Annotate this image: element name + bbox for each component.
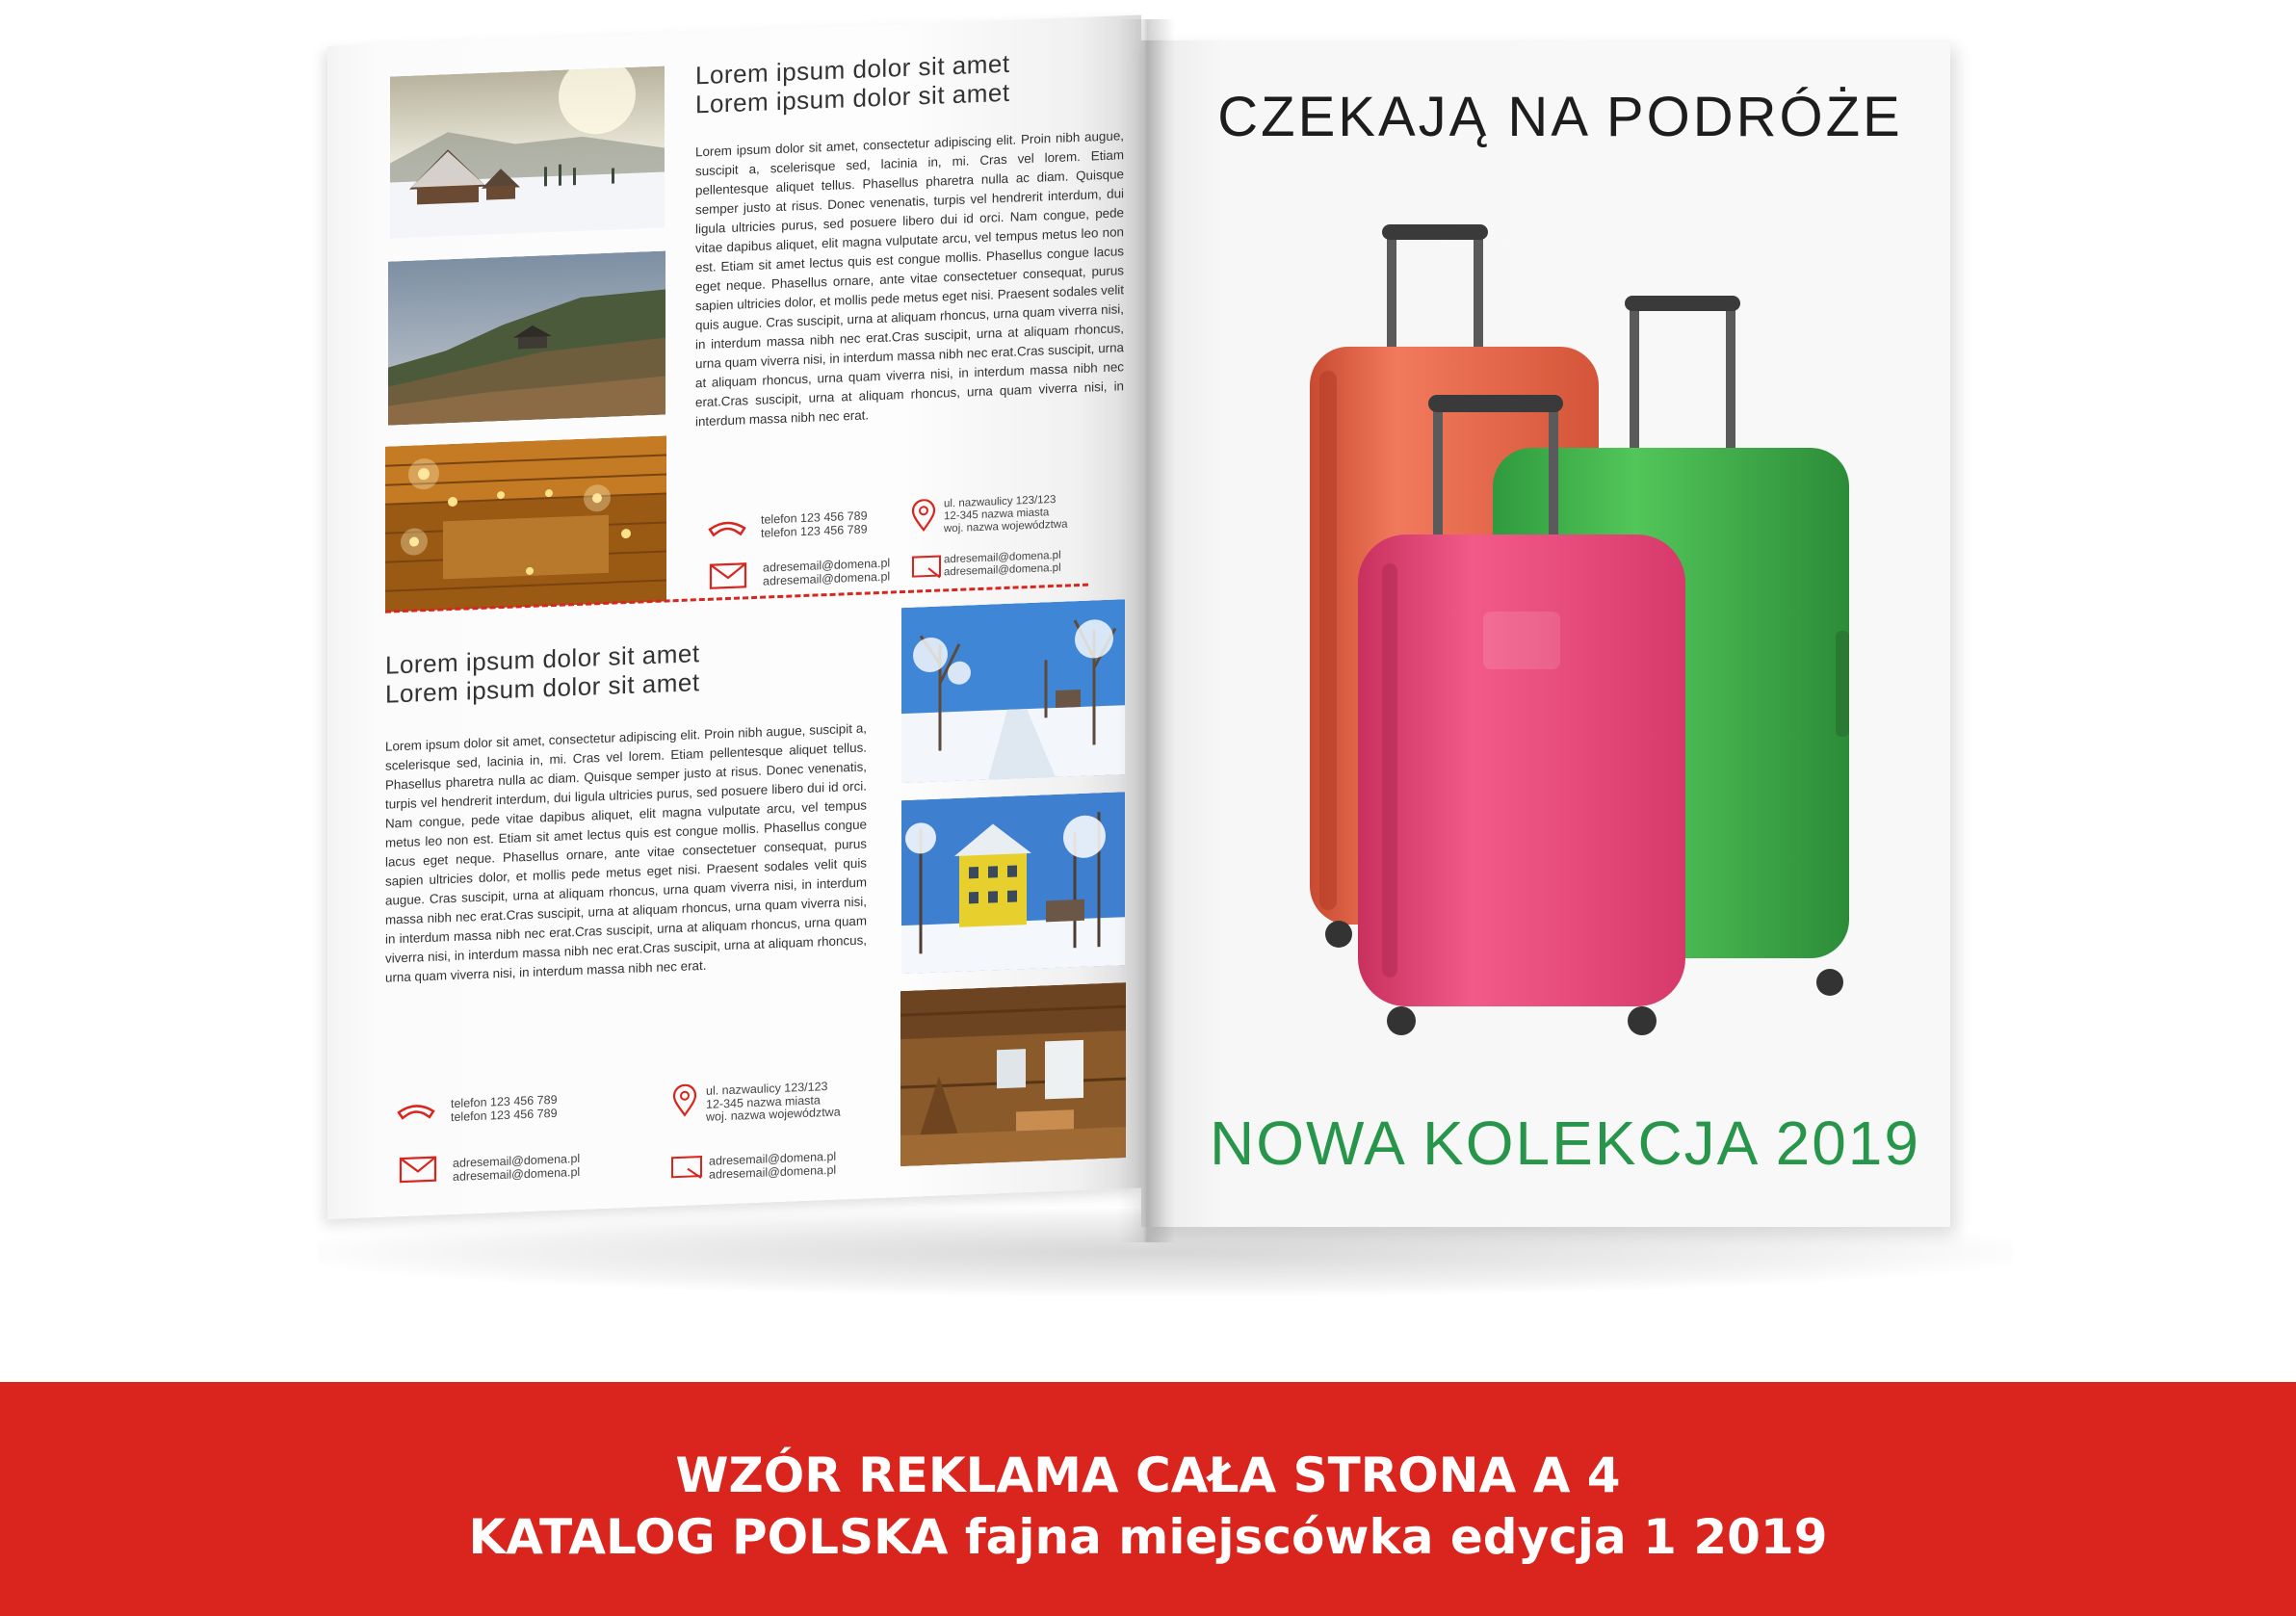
bottom-section-body: Lorem ipsum dolor sit amet, consectetur … (385, 720, 867, 985)
photo-snowy-road (901, 599, 1125, 784)
bottom-email-block-2: adresemail@domena.pl adresemail@domena.p… (709, 1150, 836, 1182)
top-address-block: ul. nazwaulicy 123/123 12-345 nazwa mias… (944, 493, 1067, 535)
banner-line1: WZÓR REKLAMA CAŁA STRONA A 4 (675, 1447, 1621, 1503)
bottom-section-heading: Lorem ipsum dolor sit amet Lorem ipsum d… (385, 639, 700, 709)
envelope-icon (709, 562, 747, 589)
bottom-phone-block: telefon 123 456 789 telefon 123 456 789 (451, 1093, 558, 1124)
photo-wooden-interior (900, 982, 1126, 1167)
mail-send-icon (912, 555, 941, 579)
magazine-spine (1117, 19, 1175, 1242)
phone-icon (397, 1105, 435, 1120)
phone-icon (708, 521, 746, 537)
top-phone-block: telefon 123 456 789 telefon 123 456 789 (761, 508, 868, 539)
top-phone-2: telefon 123 456 789 (761, 522, 868, 540)
location-pin-icon (672, 1083, 697, 1117)
cover-subtitle: NOWA KOLEKCJA 2019 (1210, 1108, 1920, 1178)
top-email-block-2: adresemail@domena.pl adresemail@domena.p… (944, 550, 1061, 580)
suitcases-illustration (1310, 224, 1849, 1035)
bottom-address-block: ul. nazwaulicy 123/123 12-345 nazwa mias… (706, 1080, 841, 1125)
top-email-block: adresemail@domena.pl adresemail@domena.p… (763, 557, 890, 588)
banner-line2: KATALOG POLSKA fajna miejscówka edycja 1… (468, 1509, 1828, 1565)
bottom-phone-2: telefon 123 456 789 (451, 1106, 558, 1125)
photo-winter-cabin (390, 65, 665, 239)
mail-send-icon (671, 1156, 702, 1179)
top-section-heading: Lorem ipsum dolor sit amet Lorem ipsum d… (695, 49, 1010, 119)
bottom-address-3: woj. nazwa województwa (706, 1105, 841, 1124)
bottom-email-block: adresemail@domena.pl adresemail@domena.p… (453, 1152, 580, 1184)
top-section-body: Lorem ipsum dolor sit amet, consectetur … (695, 128, 1124, 430)
photo-yellow-house (901, 792, 1125, 975)
cover-title: CZEKAJĄ NA PODRÓŻE (1217, 86, 1903, 148)
left-page: Lorem ipsum dolor sit amet Lorem ipsum d… (327, 14, 1141, 1220)
photo-sauna (385, 435, 666, 613)
location-pin-icon (911, 499, 936, 533)
envelope-icon (399, 1156, 437, 1184)
footer-banner: WZÓR REKLAMA CAŁA STRONA A 4 KATALOG POL… (0, 1382, 2296, 1616)
photo-mountain-hut (388, 250, 665, 426)
